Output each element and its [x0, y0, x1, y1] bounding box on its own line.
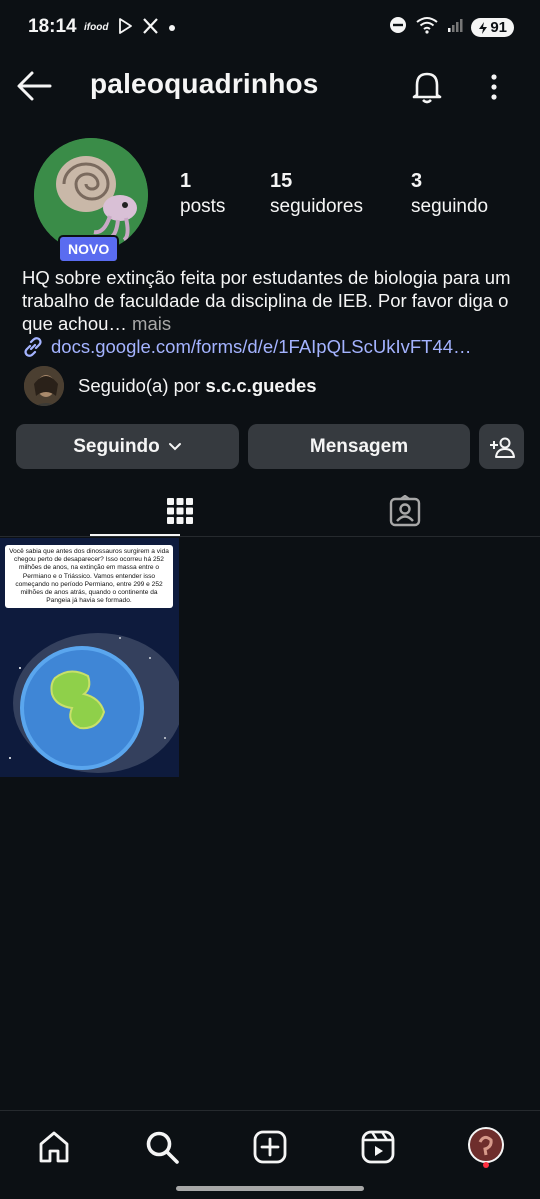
bio-link[interactable]: docs.google.com/forms/d/e/1FAIpQLScUkIvF… — [22, 336, 472, 358]
new-badge: NOVO — [58, 235, 120, 263]
following-count[interactable]: 3 seguindo — [411, 170, 488, 218]
home-indicator — [176, 1186, 364, 1191]
search-icon — [146, 1131, 179, 1164]
stat-value: 15 — [270, 170, 293, 192]
more-options-button[interactable] — [480, 68, 508, 106]
bell-icon — [412, 72, 442, 104]
reels-icon — [361, 1130, 395, 1164]
tab-tagged[interactable] — [315, 484, 495, 538]
back-arrow-icon — [17, 71, 52, 101]
message-label: Mensagem — [309, 435, 409, 457]
play-store-icon — [117, 18, 133, 37]
bio-link-text: docs.google.com/forms/d/e/1FAIpQLScUkIvF… — [51, 336, 472, 357]
nav-profile[interactable] — [464, 1125, 508, 1169]
suggest-people-button[interactable] — [479, 424, 524, 469]
nav-reels[interactable] — [356, 1125, 400, 1169]
post-thumbnail[interactable]: Você sabia que antes dos dinossauros sur… — [0, 538, 179, 777]
stat-label: posts — [180, 196, 226, 217]
profile-bio: HQ sobre extinção feita por estudantes d… — [22, 266, 522, 335]
stat-value: 1 — [180, 170, 192, 192]
followers-count[interactable]: 15 seguidores — [270, 170, 363, 218]
status-bar: 18:14 ifood 91 — [0, 0, 540, 56]
dnd-icon — [389, 16, 407, 39]
tagged-person-icon — [389, 495, 421, 527]
profile-avatar-icon — [468, 1127, 504, 1168]
profile-username: paleoquadrinhos — [90, 68, 319, 99]
signal-icon — [447, 17, 463, 38]
notifications-button[interactable] — [408, 68, 446, 106]
stat-label: seguindo — [411, 196, 489, 217]
battery-indicator: 91 — [471, 18, 514, 37]
tab-posts-grid[interactable] — [90, 484, 270, 538]
link-icon — [24, 337, 42, 357]
followed-by-name: s.c.c.guedes — [205, 375, 317, 396]
followed-by-text: Seguido(a) por s.c.c.guedes — [78, 375, 317, 397]
nav-search[interactable] — [140, 1125, 184, 1169]
profile-header: paleoquadrinhos — [0, 56, 540, 116]
x-icon — [142, 18, 159, 37]
chevron-down-icon — [168, 442, 181, 450]
following-label: Seguindo — [73, 435, 160, 457]
notification-icons: ifood — [84, 18, 176, 37]
status-time: 18:14 — [28, 16, 77, 37]
mutual-follower-avatar — [22, 364, 66, 408]
back-button[interactable] — [14, 68, 54, 104]
bio-text: HQ sobre extinção feita por estudantes d… — [22, 267, 511, 334]
battery-level: 91 — [490, 19, 507, 36]
following-button[interactable]: Seguindo — [16, 424, 239, 469]
tab-divider — [0, 536, 540, 537]
dot-icon — [168, 20, 176, 35]
followed-by-prefix: Seguido(a) por — [78, 375, 206, 396]
bio-more-link[interactable]: mais — [127, 313, 171, 334]
post-caption-panel: Você sabia que antes dos dinossauros sur… — [5, 545, 173, 609]
add-post-icon — [253, 1130, 287, 1164]
add-person-icon — [489, 437, 515, 458]
grid-icon — [167, 498, 193, 524]
message-button[interactable]: Mensagem — [248, 424, 470, 469]
system-icons: 91 — [389, 16, 514, 39]
wifi-icon — [415, 16, 439, 39]
stat-label: seguidores — [270, 196, 363, 217]
more-vertical-icon — [491, 74, 497, 100]
followed-by[interactable]: Seguido(a) por s.c.c.guedes — [22, 364, 317, 408]
nav-create[interactable] — [248, 1125, 292, 1169]
stat-value: 3 — [411, 170, 423, 192]
nav-home[interactable] — [32, 1125, 76, 1169]
ifood-icon: ifood — [84, 22, 109, 33]
posts-count[interactable]: 1 posts — [180, 170, 225, 218]
home-icon — [39, 1131, 69, 1163]
